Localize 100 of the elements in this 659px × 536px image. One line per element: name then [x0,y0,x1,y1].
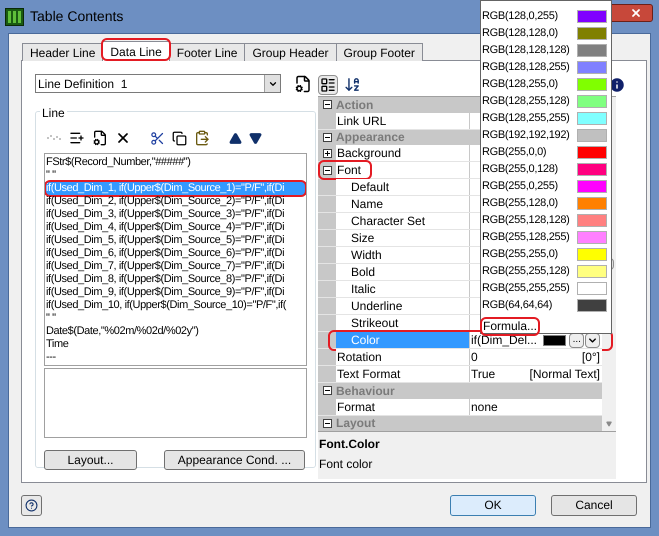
category-label: Layout [336,417,376,430]
list-item[interactable]: if(Used_Dim_6, if(Upper$(Dim_Source_6)="P/F",if(Di [45,247,306,260]
property-name[interactable]: Background [336,145,470,161]
color-label: RGB(128,128,255) [482,62,571,73]
tab[interactable]: Data Line [102,41,170,61]
property-name[interactable]: Italic [336,281,470,297]
list-item[interactable]: if(Used_Dim_4, if(Upper$(Dim_Source_4)="P/F",if(Di [45,221,306,234]
property-name[interactable]: Width [336,247,470,263]
property-hint: [0°] [582,351,600,363]
color-option[interactable]: RGB(64,64,64) [482,297,611,314]
property-name[interactable]: Link URL [336,112,470,128]
property-name[interactable]: Strikeout [336,315,470,331]
list-item[interactable]: if(Used_Dim_2, if(Upper$(Dim_Source_2)="P/F",if(Di [45,195,306,208]
properties-icon[interactable] [294,74,312,92]
paste-icon[interactable] [194,130,210,146]
line-definition-dropdown[interactable]: Line Definition 1 [35,74,281,93]
color-option[interactable]: RGB(255,0,255) [482,178,611,195]
property-value: True [471,368,496,380]
property-name[interactable]: Default [336,179,470,195]
collapse-icon[interactable] [322,418,332,428]
property-value: none [471,400,498,412]
color-label: RGB(128,255,128) [482,96,571,107]
collapse-icon[interactable] [322,132,332,142]
action-button[interactable]: Appearance Cond. ... [164,450,305,470]
list-item[interactable]: " " [45,169,306,182]
color-label: RGB(255,128,255) [482,232,571,243]
dialog-button[interactable]: Cancel [551,494,637,516]
dialog-button[interactable]: OK [450,494,536,516]
property-name[interactable]: Font [336,162,470,178]
tab[interactable]: Header Line [22,43,104,61]
color-option[interactable]: RGB(128,128,0) [482,25,611,42]
dotted-line-icon [46,133,62,143]
app-icon [5,8,24,26]
value-cell[interactable]: True [Normal Text] [470,366,602,382]
color-option[interactable]: RGB(128,255,0) [482,76,611,93]
properties-icon[interactable] [92,130,108,146]
color-label: RGB(255,255,128) [482,266,571,277]
color-option[interactable]: RGB(255,0,128) [482,161,611,178]
color-option[interactable]: RGB(255,255,0) [482,246,611,263]
category-label: Appearance [336,131,405,144]
color-option[interactable]: RGB(128,128,255) [482,59,611,76]
list-item[interactable]: " " [45,312,306,325]
color-label: RGB(255,0,0) [482,147,548,158]
property-name[interactable]: Format [336,398,470,414]
color-option[interactable]: RGB(255,128,0) [482,195,611,212]
color-option[interactable]: RGB(255,128,255) [482,229,611,246]
collapse-icon[interactable] [322,386,332,396]
property-name[interactable]: Name [336,196,470,212]
collapse-icon[interactable] [322,100,332,110]
color-option[interactable]: RGB(255,0,0) [482,144,611,161]
list-item[interactable]: FStr$(Record_Number,"#####") [45,156,306,169]
action-button[interactable]: Layout... [44,450,137,470]
delete-icon[interactable] [115,130,131,146]
formula-option[interactable]: Formula... [482,318,538,335]
color-option[interactable]: RGB(255,255,128) [482,263,611,280]
list-item[interactable]: if(Used_Dim_7, if(Upper$(Dim_Source_7)="P/F",if(Di [45,260,306,273]
scissors-icon[interactable] [150,130,165,146]
value-cell[interactable]: 0 [0°] [470,349,602,365]
category-label: Behaviour [336,384,395,397]
list-item[interactable]: if(Used_Dim_8, if(Upper$(Dim_Source_8)="P/F",if(Di [45,273,306,286]
property-name[interactable]: Rotation [336,349,470,365]
color-option[interactable]: RGB(128,255,255) [482,110,611,127]
property-name[interactable]: Underline [336,298,470,314]
scroll-down-icon[interactable] [606,421,612,427]
list-item[interactable]: if(Used_Dim_3, if(Upper$(Dim_Source_3)="P/F",if(Di [45,208,306,221]
up-arrow-icon[interactable] [229,132,242,144]
copy-icon[interactable] [172,130,187,146]
close-icon [630,7,642,19]
help-icon [25,498,38,512]
list-item[interactable]: --- [45,351,306,364]
tab[interactable]: Group Footer [336,43,423,61]
color-option[interactable]: RGB(255,128,128) [482,212,611,229]
property-name[interactable]: Character Set [336,213,470,229]
property-name[interactable]: Size [336,230,470,246]
list-item[interactable]: if(Used_Dim_9, if(Upper$(Dim_Source_9)="P/F",if(Di [45,286,306,299]
color-option[interactable]: RGB(255,255,255) [482,280,611,297]
list-item[interactable]: Date$(Date,"%02m/%02d/%02y") [45,325,306,338]
list-item[interactable]: Time [45,338,306,351]
property-name[interactable]: Text Format [336,366,470,382]
collapse-icon[interactable] [322,166,332,174]
color-label: RGB(64,64,64) [482,300,554,311]
tab[interactable]: Group Header [244,43,337,61]
sort-alphabetical-icon[interactable] [344,76,361,93]
list-item[interactable]: if(Used_Dim_5, if(Upper$(Dim_Source_5)="P/F",if(Di [45,234,306,247]
value-cell[interactable]: none [470,398,602,414]
down-arrow-icon[interactable] [249,132,262,144]
property-name[interactable]: Bold [336,264,470,280]
expand-icon[interactable] [322,148,332,158]
color-label: RGB(128,255,255) [482,113,571,124]
categorized-icon[interactable] [318,74,338,94]
color-option[interactable]: RGB(128,128,128) [482,42,611,59]
list-icon[interactable] [69,130,85,146]
help-button[interactable] [21,494,42,516]
color-label: RGB(128,128,0) [482,28,559,39]
tab[interactable]: Footer Line [168,43,246,61]
close-button[interactable] [609,4,653,22]
list-item[interactable]: if(Used_Dim_10, if(Upper$(Dim_Source_10)="P/F",if( [45,299,306,312]
color-label: RGB(255,128,0) [482,198,559,209]
color-label: RGB(255,0,255) [482,181,559,192]
color-option[interactable]: RGB(128,0,255) [482,8,611,25]
